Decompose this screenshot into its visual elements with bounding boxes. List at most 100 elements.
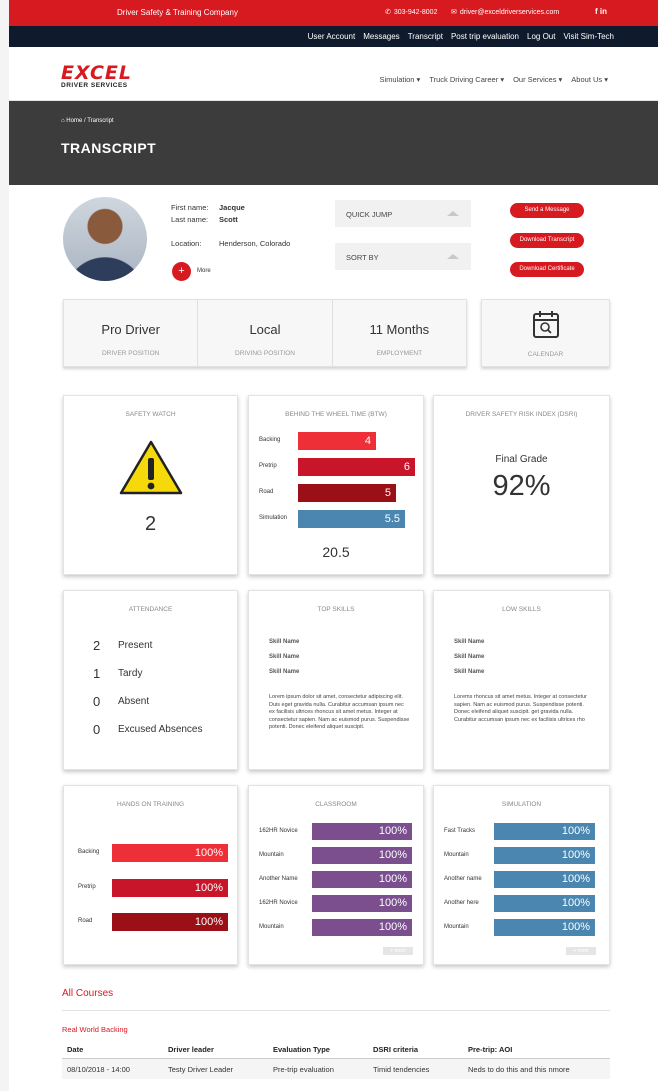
- skill-name: Skill Name: [454, 669, 485, 675]
- account-nav: User Account Messages Transcript Post tr…: [9, 26, 658, 47]
- nav-visit-simtech[interactable]: Visit Sim-Tech: [563, 32, 614, 41]
- nav-user-account[interactable]: User Account: [308, 32, 356, 41]
- attendance-label: Tardy: [118, 668, 143, 679]
- attendance-count: 0: [93, 694, 101, 709]
- progress-bar: 100%: [494, 895, 595, 912]
- caret-up-icon: [447, 254, 459, 259]
- bar-label: Mountain: [259, 852, 284, 858]
- table-cell: Neds to do this and this nmore: [468, 1065, 570, 1074]
- btw-bar-label: Backing: [259, 437, 281, 443]
- progress-bar: 100%: [312, 847, 412, 864]
- skill-name: Skill Name: [269, 639, 300, 645]
- stat-value: 11 Months: [369, 322, 430, 337]
- hands-on-card: HANDS ON TRAINING Backing 100% Pretrip 100%…: [63, 785, 238, 965]
- nav-about-us[interactable]: About Us ▾: [571, 75, 608, 84]
- classroom-more-button[interactable]: + more: [383, 947, 413, 955]
- btw-bar-label: Simulation: [259, 515, 288, 521]
- hands-on-bar-label: Backing: [78, 849, 100, 855]
- calendar-button[interactable]: CALENDAR: [481, 299, 610, 367]
- attendance-label: Excused Absences: [118, 724, 203, 735]
- bar-label: Another Name: [259, 876, 298, 882]
- stat-driving-position: Local DRIVING POSITION: [198, 300, 333, 366]
- home-icon[interactable]: ⌂: [61, 118, 65, 124]
- phone-link[interactable]: ✆ 303-942-8002: [385, 8, 437, 16]
- sort-by-select[interactable]: SORT BY: [335, 243, 471, 270]
- hands-on-bar: 100%: [112, 844, 228, 862]
- logo-subtitle: DRIVER SERVICES: [61, 82, 128, 89]
- card-title: DRIVER SAFETY RISK INDEX (DSRI): [465, 411, 578, 418]
- skill-name: Skill Name: [454, 639, 485, 645]
- location-label: Location:: [171, 239, 202, 248]
- nav-messages[interactable]: Messages: [363, 32, 399, 41]
- btw-bar: 5.5: [298, 510, 405, 528]
- card-title: CLASSROOM: [315, 801, 357, 808]
- more-plus-button[interactable]: +: [172, 262, 191, 281]
- card-title: SIMULATION: [501, 801, 542, 808]
- column-header: Evaluation Type: [273, 1045, 330, 1054]
- column-header: Pre-trip: AOI: [468, 1045, 513, 1054]
- nav-simulation[interactable]: Simulation ▾: [379, 75, 420, 84]
- social-icons[interactable]: f in: [595, 7, 607, 16]
- btw-bar: 6: [298, 458, 415, 476]
- bar-label: 162HR Novice: [259, 900, 298, 906]
- more-label[interactable]: More: [197, 268, 211, 274]
- progress-bar: 100%: [312, 823, 412, 840]
- download-transcript-button[interactable]: Download Transcript: [510, 233, 584, 248]
- progress-bar: 100%: [312, 895, 412, 912]
- bar-label: Mountain: [444, 924, 469, 930]
- card-title: SAFETY WATCH: [125, 411, 176, 418]
- attendance-count: 0: [93, 722, 101, 737]
- safety-watch-value: 2: [144, 513, 157, 535]
- last-name-value: Scott: [219, 215, 238, 224]
- bar-label: Fast Tracks: [444, 828, 476, 834]
- simulation-more-button[interactable]: + more: [566, 947, 596, 955]
- btw-bar: 4: [298, 432, 376, 450]
- download-certificate-button[interactable]: Download Certificate: [510, 262, 584, 277]
- stat-value: Pro Driver: [101, 322, 160, 337]
- skill-name: Skill Name: [269, 654, 300, 660]
- calendar-label: CALENDAR: [527, 351, 564, 358]
- nav-transcript[interactable]: Transcript: [408, 32, 443, 41]
- divider: [62, 1010, 610, 1011]
- dsri-card: DRIVER SAFETY RISK INDEX (DSRI) Final Gr…: [433, 395, 610, 575]
- first-name-value: Jacque: [219, 203, 245, 212]
- top-skills-card: TOP SKILLS Skill Name Skill Name Skill N…: [248, 590, 424, 770]
- column-header: Driver leader: [168, 1045, 214, 1054]
- phone-text: 303-942-8002: [393, 9, 438, 16]
- nav-logout[interactable]: Log Out: [527, 32, 555, 41]
- progress-bar: 100%: [312, 919, 412, 936]
- nav-truck-driving-career[interactable]: Truck Driving Career ▾: [429, 75, 504, 84]
- btw-bar: 5: [298, 484, 396, 502]
- breadcrumb: ⌂ Home / Transcript: [61, 118, 114, 124]
- course-section-title[interactable]: Real World Backing: [62, 1025, 128, 1034]
- stat-driver-position: Pro Driver DRIVER POSITION: [64, 300, 199, 366]
- table-cell: Testy Driver Leader: [168, 1065, 234, 1074]
- attendance-excused: 0 Excused Absences: [93, 722, 203, 737]
- logo[interactable]: EXCEL DRIVER SERVICES: [61, 64, 132, 90]
- attendance-count: 2: [93, 638, 101, 653]
- calendar-icon: [533, 311, 559, 338]
- stat-label: EMPLOYMENT: [376, 350, 423, 357]
- card-title: TOP SKILLS: [317, 606, 355, 613]
- breadcrumb-text[interactable]: Home / Transcript: [66, 118, 113, 124]
- skill-name: Skill Name: [454, 654, 485, 660]
- classroom-card: CLASSROOM 162HR Novice 100% Mountain 100% An…: [248, 785, 424, 965]
- email-link[interactable]: ✉ driver@exceldriverservices.com: [451, 8, 559, 16]
- quick-jump-select[interactable]: QUICK JUMP: [335, 200, 471, 227]
- card-title: ATTENDANCE: [128, 606, 173, 613]
- page-hero: ⌂ Home / Transcript TRANSCRIPT: [9, 101, 658, 185]
- bar-label: Another name: [444, 876, 482, 882]
- last-name-label: Last name:: [171, 215, 209, 224]
- page-title: TRANSCRIPT: [61, 140, 157, 156]
- top-bar: Driver Safety & Training Company ✆ 303-94…: [9, 0, 658, 26]
- stat-label: DRIVER POSITION: [101, 350, 160, 357]
- btw-total: 20.5: [322, 544, 350, 560]
- nav-our-services[interactable]: Our Services ▾: [513, 75, 562, 84]
- table-cell: 08/10/2018 - 14:00: [67, 1065, 130, 1074]
- safety-watch-card: SAFETY WATCH 2: [63, 395, 238, 575]
- nav-post-trip[interactable]: Post trip evaluation: [451, 32, 519, 41]
- send-message-button[interactable]: Send a Message: [510, 203, 584, 218]
- stat-employment: 11 Months EMPLOYMENT: [333, 300, 466, 366]
- avatar: [63, 197, 147, 281]
- bar-label: Another here: [444, 900, 479, 906]
